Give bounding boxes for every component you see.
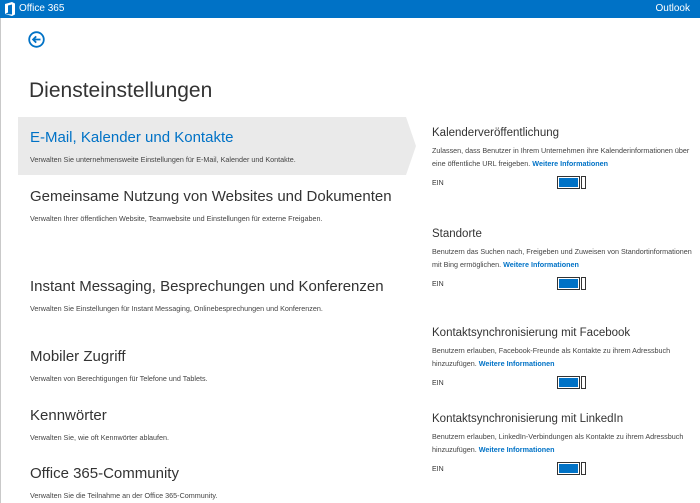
setting-description: Benutzern erlauben, Facebook-Freunde als…: [432, 346, 671, 368]
category-title: Office 365-Community: [30, 465, 179, 482]
toggle-state-label: EIN: [432, 380, 444, 387]
selected-arrow: [406, 117, 416, 175]
category-description: Verwalten Sie unternehmensweite Einstell…: [30, 155, 296, 164]
category-email-calendar-contacts[interactable]: E-Mail, Kalender und Kontakte Verwalten …: [18, 117, 416, 175]
back-arrow-circle-icon[interactable]: [28, 31, 45, 48]
setting-toggle-row: EIN: [432, 376, 694, 392]
top-bar: Office 365 Outlook: [0, 0, 700, 18]
locations-toggle[interactable]: [557, 277, 589, 290]
setting-title: Standorte: [432, 228, 482, 240]
outlook-link[interactable]: Outlook: [656, 3, 690, 15]
category-title: Instant Messaging, Besprechungen und Kon…: [30, 278, 384, 295]
setting-linkedin-sync: Kontaktsynchronisierung mit LinkedIn Ben…: [432, 412, 694, 478]
category-description: Verwalten von Berechtigungen für Telefon…: [30, 374, 208, 383]
category-im-meetings-conferences[interactable]: Instant Messaging, Besprechungen und Kon…: [18, 277, 406, 315]
setting-description: Benutzern das Suchen nach, Freigeben und…: [432, 247, 692, 269]
setting-description: Zulassen, dass Benutzer in Ihrem Unterne…: [432, 146, 690, 168]
app-title[interactable]: Office 365: [19, 3, 64, 15]
category-description: Verwalten Ihrer öffentlichen Website, Te…: [30, 214, 323, 223]
category-mobile-access[interactable]: Mobiler Zugriff Verwalten von Berechtigu…: [18, 347, 406, 385]
calendar-publishing-toggle[interactable]: [557, 176, 589, 189]
category-passwords[interactable]: Kennwörter Verwalten Sie, wie oft Kennwö…: [18, 406, 406, 444]
category-title: Mobiler Zugriff: [30, 348, 126, 365]
toggle-state-label: EIN: [432, 180, 444, 187]
toggle-state-label: EIN: [432, 281, 444, 288]
setting-toggle-row: EIN: [432, 277, 694, 293]
category-title: Gemeinsame Nutzung von Websites und Doku…: [30, 188, 392, 205]
setting-toggle-row: EIN: [432, 462, 694, 478]
category-description: Verwalten Sie die Teilnahme an der Offic…: [30, 491, 218, 500]
category-sites-documents[interactable]: Gemeinsame Nutzung von Websites und Doku…: [18, 187, 406, 225]
more-info-link[interactable]: Weitere Informationen: [532, 159, 608, 168]
setting-description: Benutzern erlauben, LinkedIn-Verbindunge…: [432, 432, 684, 454]
setting-toggle-row: EIN: [432, 176, 694, 192]
category-title: E-Mail, Kalender und Kontakte: [30, 129, 234, 146]
office-logo-icon[interactable]: [4, 2, 16, 16]
more-info-link[interactable]: Weitere Informationen: [503, 260, 579, 269]
setting-title: Kontaktsynchronisierung mit LinkedIn: [432, 413, 624, 425]
linkedin-sync-toggle[interactable]: [557, 462, 589, 475]
toggle-state-label: EIN: [432, 466, 444, 473]
setting-title: Kontaktsynchronisierung mit Facebook: [432, 327, 631, 339]
category-description: Verwalten Sie, wie oft Kennwörter ablauf…: [30, 433, 170, 442]
setting-title: Kalenderveröffentlichung: [432, 127, 560, 139]
setting-locations: Standorte Benutzern das Suchen nach, Fre…: [432, 227, 694, 293]
left-divider: [0, 18, 1, 503]
category-title: Kennwörter: [30, 407, 107, 424]
facebook-sync-toggle[interactable]: [557, 376, 589, 389]
more-info-link[interactable]: Weitere Informationen: [479, 445, 555, 454]
setting-facebook-sync: Kontaktsynchronisierung mit Facebook Ben…: [432, 326, 694, 392]
category-description: Verwalten Sie Einstellungen für Instant …: [30, 304, 323, 313]
category-list: E-Mail, Kalender und Kontakte Verwalten …: [18, 117, 416, 503]
more-info-link[interactable]: Weitere Informationen: [479, 359, 555, 368]
page-title: Diensteinstellungen: [29, 79, 213, 102]
setting-calendar-publishing: Kalenderveröffentlichung Zulassen, dass …: [432, 126, 694, 192]
category-community[interactable]: Office 365-Community Verwalten Sie die T…: [18, 464, 406, 502]
